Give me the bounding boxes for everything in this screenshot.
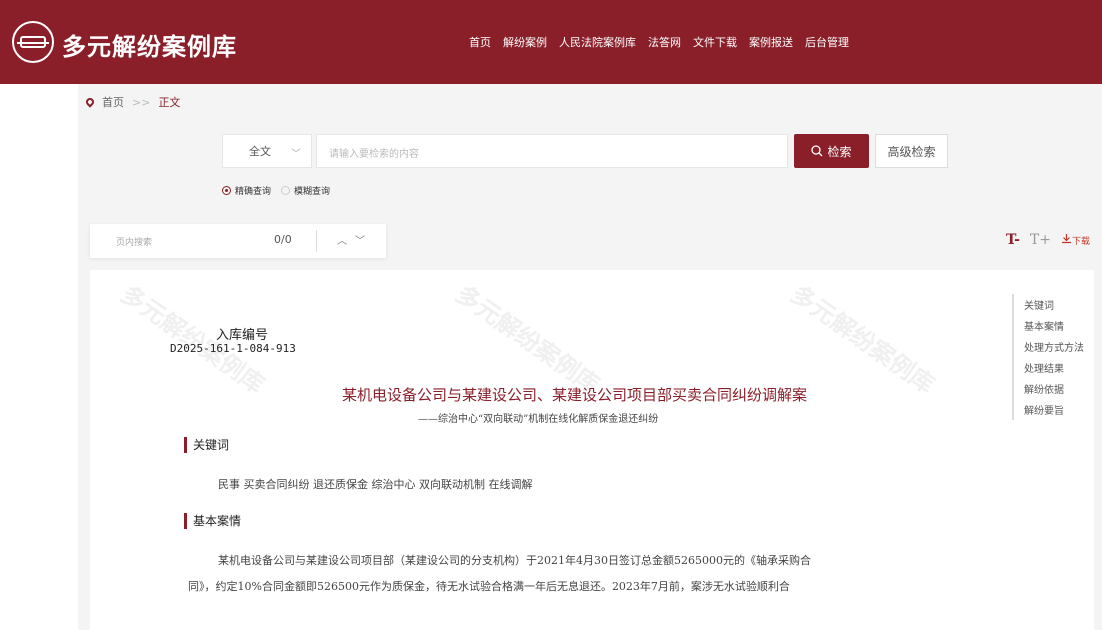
decrease-font-button[interactable]: T-	[1006, 232, 1020, 248]
watermark: 多元解纷案例库	[450, 279, 605, 400]
basic-facts-line: 同》，约定10%合同金额即526500元作为质保金，待无水试验合格满一年后无息退…	[188, 580, 790, 593]
radio-exact[interactable]	[222, 186, 231, 195]
outline-item-basic-facts[interactable]: 基本案情	[1014, 315, 1092, 336]
top-header: 多元解纷案例库 首页 解纷案例 人民法院案例库 法答网 文件下载 案例报送 后台…	[0, 0, 1102, 84]
radio-fuzzy-wrap[interactable]: 模糊查询	[281, 184, 330, 197]
site-name[interactable]: 多元解纷案例库	[62, 27, 237, 62]
keywords-text: 民事 买卖合同纠纷 退还质保金 综治中心 双向联动机制 在线调解	[218, 478, 533, 491]
entry-number-label: 入库编号	[216, 328, 269, 343]
nav-item-admin[interactable]: 后台管理	[805, 34, 849, 50]
find-input[interactable]: 页内搜索	[116, 235, 152, 248]
location-pin-icon	[84, 96, 96, 108]
section-heading-basic-facts: 基本案情	[184, 512, 241, 529]
search-scope-select[interactable]: 全文 ﹀	[222, 134, 312, 168]
document-card: 多元解纷案例库 多元解纷案例库 多元解纷案例库 入库编号 D2025-161-1…	[90, 270, 1094, 630]
watermark: 多元解纷案例库	[785, 279, 940, 400]
breadcrumb-current: 正文	[158, 96, 181, 109]
search-input[interactable]: 请输入要检索的内容	[316, 134, 788, 168]
search-button-label: 检索	[827, 144, 852, 159]
nav-item-qa[interactable]: 法答网	[648, 34, 681, 50]
chevron-down-icon[interactable]: ﹀	[355, 232, 365, 247]
search-mode-group: 精确查询 模糊查询	[222, 184, 334, 197]
download-icon	[1062, 234, 1071, 244]
find-divider	[316, 230, 317, 252]
logo-icon[interactable]	[12, 21, 54, 63]
nav-item-home[interactable]: 首页	[469, 34, 491, 50]
section-marker	[184, 512, 187, 529]
download-button[interactable]: 下载	[1061, 233, 1090, 247]
search-icon	[811, 145, 823, 157]
radio-exact-wrap[interactable]: 精确查询	[222, 184, 271, 197]
section-heading-label: 基本案情	[193, 514, 242, 528]
find-count: 0/0	[274, 233, 292, 246]
outline-item-result[interactable]: 处理结果	[1014, 357, 1092, 378]
section-marker	[184, 436, 187, 453]
chevron-up-icon[interactable]: ︿	[337, 232, 347, 247]
breadcrumb-separator: >>	[132, 95, 151, 109]
outline-item-basis[interactable]: 解纷依据	[1014, 378, 1092, 399]
search-scope-value: 全文	[249, 145, 271, 158]
document-title: 某机电设备公司与某建设公司、某建设公司项目部买卖合同纠纷调解案	[342, 386, 808, 404]
logo-line	[17, 42, 49, 44]
increase-font-button[interactable]: T+	[1030, 232, 1051, 248]
basic-facts-line: 某机电设备公司与某建设公司项目部（某建设公司的分支机构）于2021年4月30日签…	[218, 554, 811, 567]
chevron-down-icon: ﹀	[291, 149, 301, 160]
outline-item-gist[interactable]: 解纷要旨	[1014, 399, 1092, 420]
find-in-page: 页内搜索 0/0 ︿ ﹀	[90, 224, 386, 258]
nav-item-court-cases[interactable]: 人民法院案例库	[559, 34, 636, 50]
entry-number: D2025-161-1-084-913	[170, 342, 296, 355]
radio-fuzzy-label: 模糊查询	[294, 187, 331, 197]
section-heading-keywords: 关键词	[184, 436, 229, 453]
outline-item-method[interactable]: 处理方式方法	[1014, 336, 1092, 357]
outline-item-keywords[interactable]: 关键词	[1014, 294, 1092, 315]
breadcrumb-home[interactable]: 首页	[102, 94, 124, 110]
breadcrumb: 首页 >> 正文	[84, 94, 181, 110]
download-label: 下载	[1072, 237, 1091, 247]
nav-item-submit[interactable]: 案例报送	[749, 34, 793, 50]
left-margin	[0, 84, 78, 630]
radio-fuzzy[interactable]	[281, 186, 291, 195]
reading-tools: T- T+ 下载	[1006, 232, 1090, 248]
nav-item-downloads[interactable]: 文件下载	[693, 34, 737, 50]
radio-exact-label: 精确查询	[235, 187, 272, 197]
advanced-search-button[interactable]: 高级检索	[875, 134, 948, 168]
search-panel: 全文 ﹀ 请输入要检索的内容 检索 高级检索 精确查询 模糊查询	[78, 118, 1102, 210]
document-outline: 关键词 基本案情 处理方式方法 处理结果 解纷依据 解纷要旨	[1012, 294, 1092, 420]
nav-item-cases[interactable]: 解纷案例	[503, 34, 547, 50]
search-button[interactable]: 检索	[794, 134, 869, 168]
section-heading-label: 关键词	[193, 438, 230, 452]
document-subtitle: ——综治中心“双向联动”机制在线化解质保金退还纠纷	[418, 414, 659, 425]
main-nav: 首页 解纷案例 人民法院案例库 法答网 文件下载 案例报送 后台管理	[469, 34, 849, 50]
